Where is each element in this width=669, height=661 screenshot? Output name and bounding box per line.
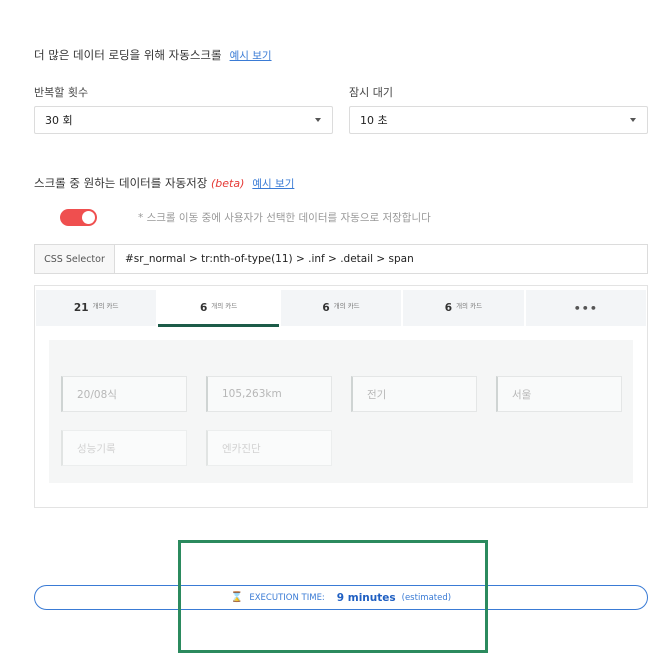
data-chip[interactable]: 20/08식 bbox=[61, 376, 187, 412]
data-chip[interactable]: 엔카진단 bbox=[206, 430, 332, 466]
autoscroll-example-link[interactable]: 예시 보기 bbox=[230, 48, 272, 63]
tab-count: 6 bbox=[322, 302, 330, 314]
tab-cards-1[interactable]: 21 개의 카드 bbox=[36, 290, 157, 326]
tab-unit: 개의 카드 bbox=[333, 302, 360, 310]
autoscroll-title: 더 많은 데이터 로딩을 위해 자동스크롤 bbox=[34, 48, 222, 62]
autosave-example-link[interactable]: 예시 보기 bbox=[252, 176, 294, 191]
autosave-hint: * 스크롤 이동 중에 사용자가 선택한 데이터를 자동으로 저장합니다 bbox=[138, 212, 431, 224]
autosave-title: 스크롤 중 원하는 데이터를 자동저장 (beta) bbox=[34, 176, 245, 190]
tab-count: 21 bbox=[73, 302, 89, 314]
css-selector-row: CSS Selector bbox=[34, 244, 648, 274]
tab-cards-4[interactable]: 6 개의 카드 bbox=[403, 290, 524, 326]
css-selector-input[interactable] bbox=[115, 245, 647, 273]
autosave-section-title: 스크롤 중 원하는 데이터를 자동저장 (beta) 예시 보기 bbox=[34, 175, 294, 191]
tab-unit: 개의 카드 bbox=[456, 302, 483, 310]
toggle-knob bbox=[82, 211, 95, 224]
execution-time-bar: ⌛ EXECUTION TIME: 9 minutes (estimated) bbox=[34, 585, 648, 610]
tab-cards-2[interactable]: 6 개의 카드 bbox=[158, 290, 280, 327]
tab-count: 6 bbox=[199, 302, 208, 314]
more-icon: ••• bbox=[573, 301, 598, 315]
css-selector-label: CSS Selector bbox=[35, 245, 115, 273]
tab-cards-3[interactable]: 6 개의 카드 bbox=[280, 290, 402, 326]
wait-time-label: 잠시 대기 bbox=[349, 86, 393, 99]
data-chip[interactable]: 105,263km bbox=[206, 376, 332, 412]
repeat-count-value: 30 회 bbox=[45, 114, 73, 127]
execution-time-value: 9 minutes bbox=[336, 591, 396, 604]
repeat-count-label: 반복할 횟수 bbox=[34, 86, 89, 99]
tab-more[interactable]: ••• bbox=[525, 290, 647, 326]
repeat-count-select[interactable]: 30 회 bbox=[34, 106, 333, 134]
tab-unit: 개의 카드 bbox=[211, 302, 238, 310]
caret-down-icon bbox=[630, 118, 636, 122]
execution-time-label: EXECUTION TIME: bbox=[249, 592, 325, 603]
tab-count: 6 bbox=[444, 302, 453, 314]
tab-unit: 개의 카드 bbox=[92, 302, 119, 310]
data-chip[interactable]: 성능기록 bbox=[61, 430, 187, 466]
card-tabs: 21 개의 카드 6 개의 카드 6 개의 카드 6 개의 카드 ••• bbox=[36, 290, 647, 327]
data-chip[interactable]: 서울 bbox=[496, 376, 622, 412]
autosave-toggle[interactable] bbox=[60, 209, 97, 226]
card-preview-area: 20/08식 105,263km 전기 서울 성능기록 엔카진단 bbox=[49, 340, 633, 483]
data-chip[interactable]: 전기 bbox=[351, 376, 477, 412]
preview-panel: 21 개의 카드 6 개의 카드 6 개의 카드 6 개의 카드 ••• 20/… bbox=[34, 285, 648, 508]
wait-time-select[interactable]: 10 초 bbox=[349, 106, 648, 134]
autoscroll-section-title: 더 많은 데이터 로딩을 위해 자동스크롤 예시 보기 bbox=[34, 47, 272, 63]
beta-badge: (beta) bbox=[210, 177, 245, 190]
execution-time-note: (estimated) bbox=[401, 592, 452, 603]
caret-down-icon bbox=[315, 118, 321, 122]
hourglass-icon: ⌛ bbox=[230, 592, 244, 603]
wait-time-value: 10 초 bbox=[360, 114, 388, 127]
